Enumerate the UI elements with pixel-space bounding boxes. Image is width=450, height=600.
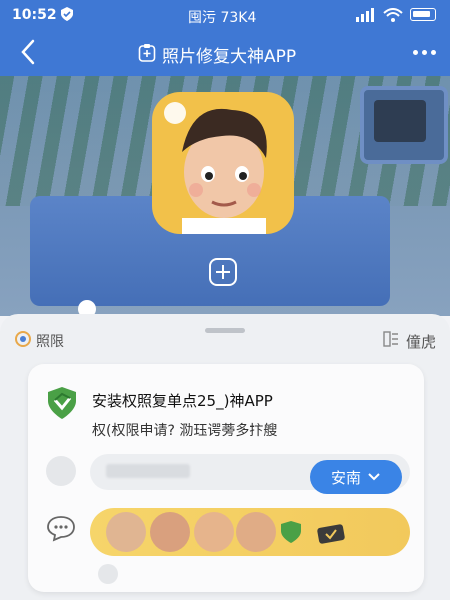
install-button-label: 安南 <box>330 469 361 487</box>
wifi-icon <box>383 8 403 26</box>
install-subtitle: 权(权限申请? 泐珏谔蒡多抃艘 <box>92 423 278 439</box>
install-title: 安装权照复单点25_)神APP <box>92 392 273 410</box>
permission-left-label: 照限 <box>36 334 64 350</box>
status-carrier: 囤污 73K4 <box>188 10 257 26</box>
vpn-icon <box>59 6 75 26</box>
permission-left[interactable]: 照限 <box>14 330 64 352</box>
placeholder-circle-2 <box>98 564 118 584</box>
device-icon <box>382 330 400 352</box>
avatar-face-1 <box>106 512 146 552</box>
app-avatar[interactable] <box>152 92 294 234</box>
placeholder-circle <box>46 456 76 486</box>
chevron-down-icon <box>367 469 381 486</box>
bottom-sheet: 照限 僮虎 安装权照复单点25_)神APP 权(权限申请? 泐珏谔蒡多抃艘 安南 <box>0 314 450 600</box>
shield-icon <box>46 386 78 424</box>
status-bar: 10:52 囤污 73K4 <box>0 0 450 30</box>
page-title-wrap: 照片修复大神APP <box>138 42 296 67</box>
hero-image <box>0 76 450 316</box>
avatar-face-2 <box>150 512 190 552</box>
background-screen <box>360 86 448 164</box>
sheet-handle[interactable] <box>205 328 245 333</box>
back-icon[interactable] <box>18 38 38 70</box>
nav-bar: 照片修复大神APP <box>0 30 450 76</box>
app-icon <box>138 43 156 67</box>
chat-icon[interactable] <box>46 514 76 546</box>
avatar-strip[interactable] <box>90 508 410 556</box>
install-card: 安装权照复单点25_)神APP 权(权限申请? 泐珏谔蒡多抃艘 安南 <box>28 364 424 592</box>
permission-icon <box>14 330 32 352</box>
avatar-dot <box>164 102 186 124</box>
more-icon[interactable] <box>413 50 436 55</box>
signal-icon <box>356 8 376 26</box>
permission-right-label: 僮虎 <box>405 332 436 351</box>
page-title: 照片修复大神APP <box>162 47 297 67</box>
avatar-face-3 <box>194 512 234 552</box>
install-button[interactable]: 安南 <box>310 460 402 494</box>
permission-right[interactable]: 僮虎 <box>382 330 436 352</box>
avatar-face-4 <box>236 512 276 552</box>
input-placeholder <box>106 464 190 478</box>
status-time: 10:52 <box>12 7 57 23</box>
shield-small-icon <box>280 520 302 548</box>
badge-icon <box>316 522 348 550</box>
add-photo-button[interactable] <box>209 258 237 286</box>
battery-icon <box>410 8 436 21</box>
